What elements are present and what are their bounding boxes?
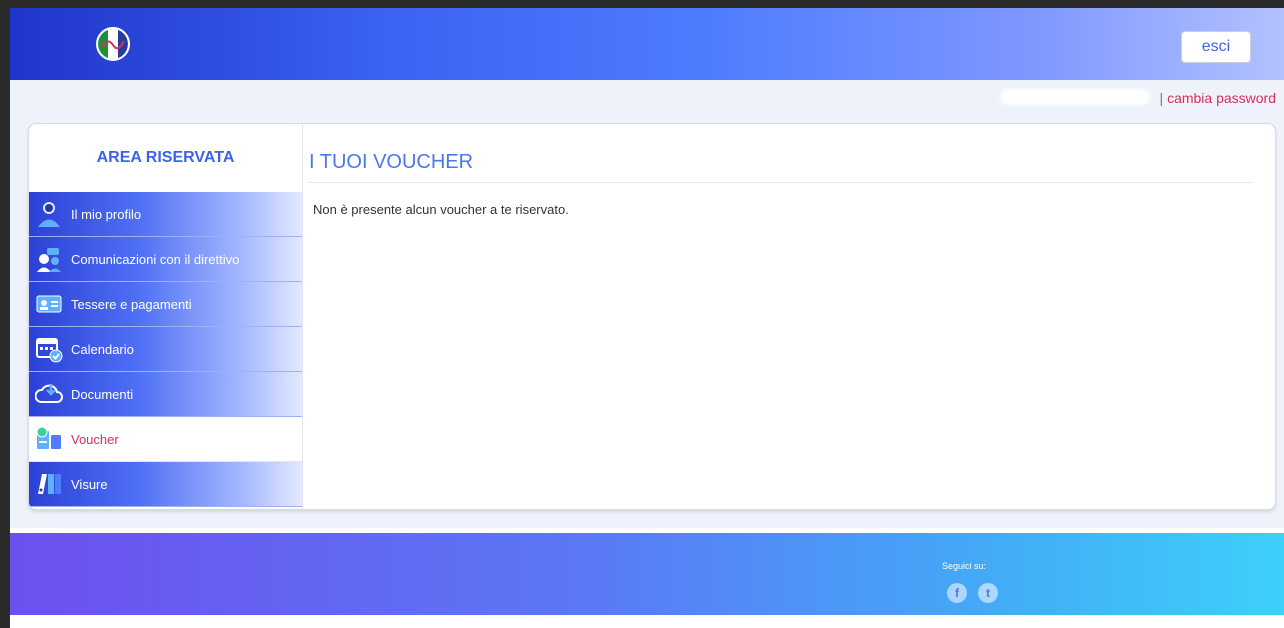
sidebar-item-comunicazioni[interactable]: Comunicazioni con il direttivo (29, 237, 302, 282)
page-bottom (10, 615, 1284, 628)
sidebar-item-label: Documenti (71, 386, 134, 402)
sidebar-item-voucher[interactable]: Voucher (29, 417, 302, 462)
main-panel: AREA RISERVATA Il mio profilo Comunicazi… (28, 123, 1276, 510)
change-password-area: | cambia password (1160, 90, 1276, 106)
sidebar-item-label: Calendario (71, 341, 134, 357)
logout-button[interactable]: esci (1181, 31, 1251, 63)
footer: Seguici su: f t (10, 533, 1284, 615)
sidebar-item-label: Comunicazioni con il direttivo (71, 251, 240, 267)
cloud-download-icon (34, 380, 63, 408)
sidebar-item-documenti[interactable]: Documenti (29, 372, 302, 417)
sidebar-item-label: Il mio profilo (71, 206, 142, 222)
page-title: I TUOI VOUCHER (309, 151, 474, 173)
sidebar: AREA RISERVATA Il mio profilo Comunicazi… (29, 124, 303, 509)
window-frame-left (0, 0, 10, 628)
italian-flag-emblem-icon[interactable] (96, 27, 130, 61)
username-redacted (1000, 89, 1150, 105)
user-profile-icon (35, 200, 63, 228)
sidebar-item-calendario[interactable]: Calendario (29, 327, 302, 372)
chat-people-icon (35, 245, 63, 273)
facebook-icon[interactable]: f (947, 583, 967, 603)
top-header: esci (10, 8, 1284, 80)
voucher-icon (35, 425, 63, 453)
window-frame-top (0, 0, 1284, 8)
sidebar-item-label: Tessere e pagamenti (71, 296, 192, 312)
calendar-icon (35, 335, 63, 363)
id-card-icon (35, 290, 63, 318)
empty-state-message: Non è presente alcun voucher a te riserv… (313, 202, 569, 217)
main-content: I TUOI VOUCHER Non è presente alcun vouc… (309, 124, 1275, 509)
sidebar-title: AREA RISERVATA (96, 149, 235, 166)
change-password-link[interactable]: cambia password (1167, 90, 1276, 106)
sidebar-item-tessere[interactable]: Tessere e pagamenti (29, 282, 302, 327)
sidebar-item-profilo[interactable]: Il mio profilo (29, 192, 302, 237)
title-divider (309, 182, 1253, 183)
follow-label: Seguici su: (942, 561, 987, 571)
binders-icon (35, 470, 63, 498)
sidebar-item-label: Voucher (71, 431, 119, 447)
separator: | (1159, 90, 1164, 106)
sidebar-item-visure[interactable]: Visure (29, 462, 302, 507)
sidebar-item-label: Visure (71, 476, 108, 492)
twitter-icon[interactable]: t (978, 583, 998, 603)
